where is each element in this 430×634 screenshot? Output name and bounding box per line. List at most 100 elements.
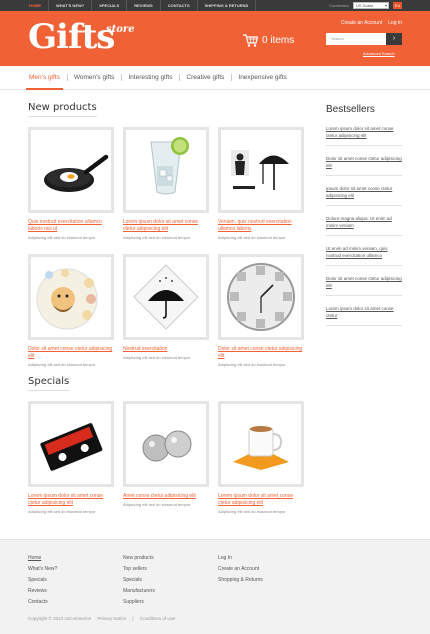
glass-image	[150, 137, 189, 195]
account-links: Create an Account Log In	[341, 20, 402, 26]
bestsellers-list: Lorem ipsum dolor sit amet conse ctetur …	[326, 123, 402, 333]
footer-link-new-products[interactable]: New products	[123, 553, 155, 564]
footer: Home What's New? Specials Reviews Contac…	[0, 539, 430, 634]
cart-count: 0 items	[262, 35, 295, 46]
footer-link-reviews[interactable]: Reviews	[28, 586, 57, 597]
bestseller-item[interactable]: Dolor sit amet conse ctetur adipisicing …	[326, 153, 402, 176]
footer-col-info: Home What's New? Specials Reviews Contac…	[28, 553, 57, 608]
footer-col-products: New products Top sellers Specials Manufa…	[123, 553, 155, 608]
product-title[interactable]: Dolor sit amet conse ctetur adipisicing …	[218, 346, 304, 360]
product-desc: Adipiscing elit sed do eiusmod tempor	[28, 362, 96, 367]
category-creative-gifts[interactable]: Creative gifts	[179, 66, 231, 89]
top-nav: Home What's new? Specials Reviews Contac…	[22, 0, 257, 11]
chevron-down-icon: ▾	[384, 3, 387, 8]
top-nav-specials[interactable]: Specials	[92, 0, 128, 11]
bestseller-item[interactable]: Lorem ipsum dolor sit amet conse ctetur	[326, 303, 402, 326]
product-image[interactable]	[218, 127, 304, 213]
bestseller-item[interactable]: Ut enim ad minim veniam, quis nostrud ex…	[326, 243, 402, 266]
category-menu: Men's gifts Women's gifts Interesting gi…	[0, 66, 430, 90]
product-image[interactable]	[123, 401, 209, 487]
category-interesting-gifts[interactable]: Interesting gifts	[121, 66, 179, 89]
product-title[interactable]: Lorem ipsum dolor sit amet conse ctetur …	[123, 219, 209, 233]
category-womens-gifts[interactable]: Women's gifts	[66, 66, 122, 89]
product-title[interactable]: Lorem ipsum dolor sit amet conse ctetur …	[28, 493, 114, 507]
top-nav-reviews[interactable]: Reviews	[127, 0, 161, 11]
product-title[interactable]: Nostrud exercitation	[123, 346, 209, 353]
create-account-link[interactable]: Create an Account	[341, 20, 382, 26]
footer-link-contacts[interactable]: Contacts	[28, 597, 57, 608]
umbrella-image	[231, 150, 289, 190]
product-desc: Adipiscing elit sed do eiusmod tempor	[123, 502, 191, 507]
footer-link-whats-new[interactable]: What's New?	[28, 564, 57, 575]
currency-value: US Dollar	[356, 3, 374, 8]
footer-link-home[interactable]: Home	[28, 553, 57, 564]
product-card: Quis nostrud exercitation ullamco labori…	[28, 127, 114, 240]
product-card: Dolor sit amet conse ctetur adipisicing …	[28, 254, 114, 367]
product-title[interactable]: Amet conse ctetur adipisicing elit	[123, 493, 209, 500]
product-desc: Adipiscing elit sed do eiusmod tempor	[28, 235, 96, 240]
product-card: Lorem ipsum dolor sit amet conse ctetur …	[28, 401, 114, 514]
product-card: Veniam, quis nostrud exercitation ullamc…	[218, 127, 304, 240]
product-title[interactable]: Lorem ipsum dolor sit amet conse ctetur …	[218, 493, 304, 507]
logo-sub: store	[106, 24, 135, 35]
product-image[interactable]	[28, 254, 114, 340]
footer-link-create-account[interactable]: Create an Account	[218, 564, 263, 575]
currencies-label: Currencies:	[329, 3, 350, 8]
product-desc: Adipiscing elit sed do eiusmod tempor	[218, 362, 286, 367]
product-image[interactable]	[28, 127, 114, 213]
cup-holder-image	[233, 426, 289, 470]
product-desc: Adipiscing elit sed do eiusmod tempor	[123, 355, 191, 360]
product-image[interactable]	[218, 401, 304, 487]
silver-balls-image	[142, 430, 192, 462]
conditions-link[interactable]: Conditions of Use	[140, 616, 176, 621]
new-products-title: New products	[28, 102, 97, 117]
top-nav-whats-new[interactable]: What's new?	[49, 0, 93, 11]
arrow-right-icon: ›	[392, 35, 396, 42]
privacy-link[interactable]: Privacy Notice	[97, 616, 126, 621]
product-card: Lorem ipsum dolor sit amet conse ctetur …	[218, 401, 304, 514]
category-mens-gifts[interactable]: Men's gifts	[22, 66, 67, 90]
cart-icon	[243, 34, 258, 47]
bestseller-item[interactable]: Lorem ipsum dolor sit amet conse ctetur …	[326, 123, 402, 146]
bestseller-item[interactable]: Dolore magna aliqua. Ut enim ad minim ve…	[326, 213, 402, 236]
bestsellers-title: Bestsellers	[326, 104, 375, 115]
cart[interactable]: 0 items	[243, 34, 294, 47]
umbrella-print-image	[133, 264, 199, 330]
product-title[interactable]: Dolor sit amet conse ctetur adipisicing …	[28, 346, 114, 360]
language-button[interactable]: En	[393, 2, 402, 9]
top-nav-contacts[interactable]: Contacts	[161, 0, 198, 11]
footer-link-manufacturers[interactable]: Manufacturers	[123, 586, 155, 597]
top-nav-home[interactable]: Home	[22, 0, 49, 11]
product-image[interactable]	[123, 127, 209, 213]
footer-link-specials[interactable]: Specials	[28, 575, 57, 586]
product-desc: Adipiscing elit sed do eiusmod tempor	[28, 509, 96, 514]
search-input[interactable]: Search	[326, 33, 386, 45]
bestseller-item[interactable]: Dolor sit amet conse ctetur adipisicing …	[326, 273, 402, 296]
product-title[interactable]: Veniam, quis nostrud exercitation ullamc…	[218, 219, 304, 233]
footer-link-login[interactable]: Log In	[218, 553, 263, 564]
footer-link-suppliers[interactable]: Suppliers	[123, 597, 155, 608]
product-image[interactable]	[218, 254, 304, 340]
header: Gifts store 0 items Create an Account Lo…	[0, 11, 430, 66]
cassette-image	[40, 423, 103, 471]
search-button[interactable]: ›	[386, 33, 402, 45]
copyright-text: Copyright © 2013 osCommerce	[28, 616, 92, 621]
footer-link-specials-2[interactable]: Specials	[123, 575, 155, 586]
photo-clock-image	[227, 263, 295, 331]
category-inexpensive-gifts[interactable]: Inexpensive gifts	[231, 66, 293, 89]
frying-pan-image	[44, 154, 109, 192]
product-image[interactable]	[28, 401, 114, 487]
logo[interactable]: Gifts	[28, 20, 115, 54]
footer-link-shopping-returns[interactable]: Shopping & Returns	[218, 575, 263, 586]
bestseller-item[interactable]: Ipsum dolor sit amet conse ctetur adipis…	[326, 183, 402, 206]
product-image[interactable]	[123, 254, 209, 340]
product-card: Lorem ipsum dolor sit amet conse ctetur …	[123, 127, 209, 240]
footer-separator: |	[132, 616, 134, 621]
top-nav-shipping[interactable]: Shipping & Returns	[198, 0, 257, 11]
advanced-search-link[interactable]: Advanced Search	[363, 51, 395, 56]
login-link[interactable]: Log In	[388, 20, 402, 26]
footer-link-top-sellers[interactable]: Top sellers	[123, 564, 155, 575]
product-title[interactable]: Quis nostrud exercitation ullamco labori…	[28, 219, 114, 233]
product-desc: Adipiscing elit sed do eiusmod tempor	[123, 235, 191, 240]
currency-select[interactable]: US Dollar ▾	[353, 2, 389, 9]
